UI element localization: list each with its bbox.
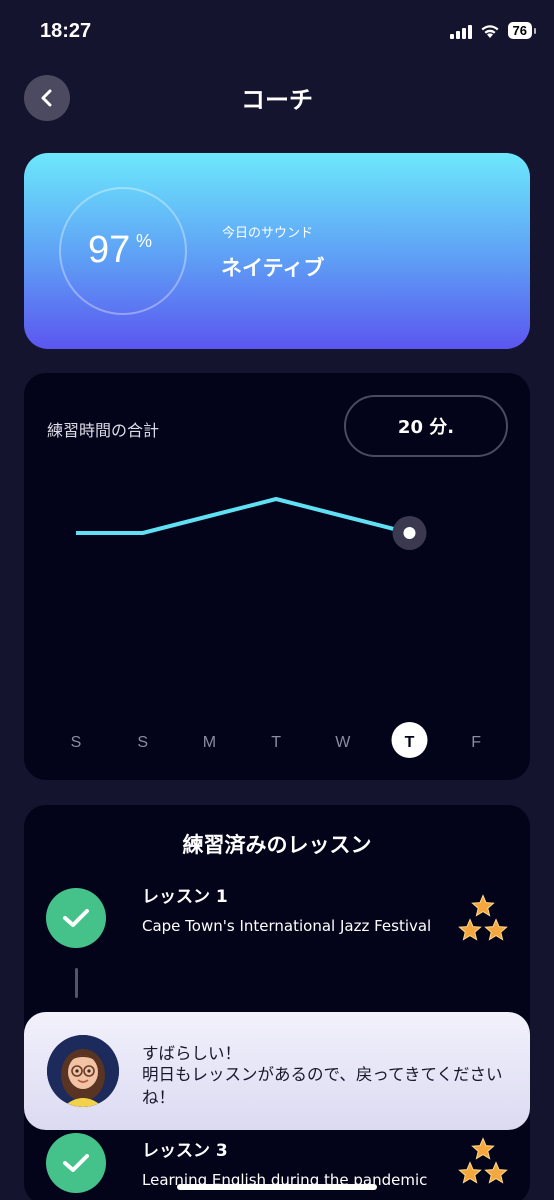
practice-time-title: 練習時間の合計 xyxy=(47,421,160,440)
wifi-icon xyxy=(481,24,499,38)
practice-time-card: S S M T W T F 練習時間の合計 20 分. xyxy=(24,373,530,780)
lesson-1-name[interactable]: レッスン 1 xyxy=(142,882,228,907)
day-label-3[interactable]: T xyxy=(271,734,281,751)
checkmark-icon xyxy=(63,1154,89,1172)
checkmark-icon xyxy=(63,909,89,927)
lesson-connector xyxy=(75,968,78,998)
status-time: 18:27 xyxy=(40,20,92,42)
completed-lessons-title: 練習済みのレッスン xyxy=(182,833,372,857)
sound-level: ネイティブ xyxy=(221,256,325,280)
day-label-1[interactable]: S xyxy=(137,734,148,751)
cellular-signal-icon xyxy=(449,23,472,39)
coach-message-toast[interactable]: すばらしい！ 明日もレッスンがあるので、戻ってきてくださいね！ xyxy=(24,1012,530,1130)
lesson-3-name[interactable]: レッスン 3 xyxy=(142,1136,228,1161)
star-icon xyxy=(458,1161,482,1184)
header: コーチ xyxy=(0,70,554,126)
lesson-3-stars xyxy=(458,1137,508,1185)
day-label-6[interactable]: F xyxy=(471,734,481,751)
status-bar: 18:27 76 xyxy=(0,0,554,64)
star-icon xyxy=(484,918,508,941)
toast-message: 明日もレッスンがあるので、戻ってきてくださいね！ xyxy=(142,1065,503,1107)
lesson-complete-check xyxy=(46,888,106,948)
pronunciation-score-card: 97 % 今日のサウンド ネイティブ xyxy=(24,153,530,349)
day-label-2[interactable]: M xyxy=(203,734,216,751)
lesson-complete-check xyxy=(46,1133,106,1193)
score-value: 97 xyxy=(88,229,131,271)
selected-data-point[interactable] xyxy=(403,527,416,539)
lesson-1-description: Cape Town's International Jazz Festival xyxy=(142,917,432,935)
star-icon xyxy=(471,894,495,917)
day-label-4[interactable]: W xyxy=(335,734,351,751)
day-label-5[interactable]: T xyxy=(405,734,415,751)
coach-avatar xyxy=(47,1035,119,1107)
practice-series-line xyxy=(76,497,410,535)
battery-indicator: 76 xyxy=(507,22,537,39)
toast-heading: すばらしい！ xyxy=(142,1044,241,1063)
sound-label: 今日のサウンド xyxy=(222,226,314,241)
lesson-1-stars xyxy=(458,894,508,942)
star-icon xyxy=(471,1137,495,1160)
status-icons: 76 xyxy=(449,22,537,39)
completed-lessons-card: 練習済みのレッスン レッスン 1 Cape Town's Internation… xyxy=(24,805,530,1200)
page-title: コーチ xyxy=(241,86,313,114)
star-icon xyxy=(484,1161,508,1184)
home-indicator xyxy=(177,1184,377,1190)
day-label-0[interactable]: S xyxy=(71,734,82,751)
score-percent-sign: % xyxy=(136,231,153,251)
star-icon xyxy=(458,918,482,941)
total-time-badge[interactable]: 20 分. xyxy=(344,395,508,457)
